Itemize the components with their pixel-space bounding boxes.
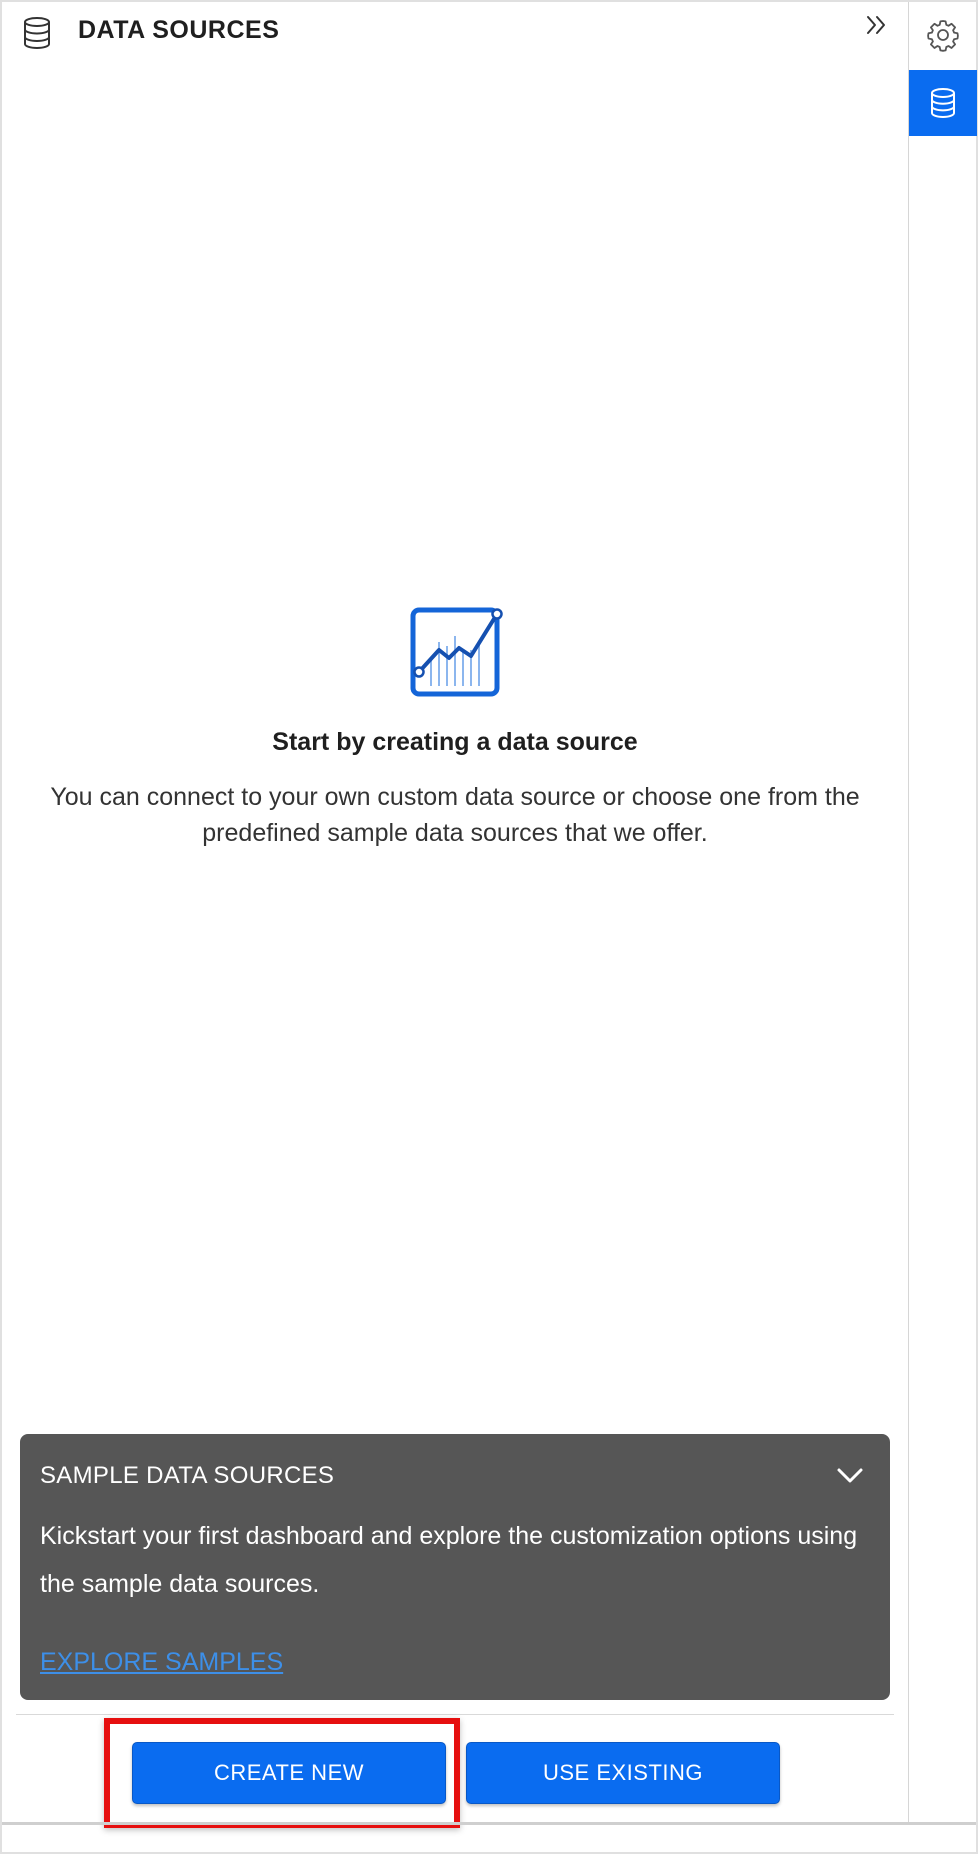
sample-card-description: Kickstart your first dashboard and explo… bbox=[40, 1522, 858, 1598]
rail-data-sources-button[interactable] bbox=[909, 70, 977, 136]
line-chart-icon bbox=[410, 607, 503, 697]
data-sources-panel: DATA SOURCES Start by creating a data so… bbox=[2, 2, 908, 1828]
panel-title: DATA SOURCES bbox=[78, 16, 280, 44]
sample-data-sources-card: SAMPLE DATA SOURCES Kickstart your first… bbox=[20, 1434, 890, 1700]
panel-header: DATA SOURCES bbox=[2, 2, 908, 58]
empty-state-description: You can connect to your own custom data … bbox=[50, 783, 860, 847]
bottom-rule bbox=[2, 1822, 976, 1825]
gear-icon bbox=[927, 20, 959, 52]
explore-samples-link[interactable]: EXPLORE SAMPLES bbox=[40, 1648, 283, 1677]
database-icon bbox=[24, 17, 50, 49]
sample-card-toggle[interactable] bbox=[832, 1458, 868, 1494]
chevron-down-icon bbox=[837, 1468, 863, 1483]
right-rail bbox=[908, 2, 977, 1822]
use-existing-button[interactable]: USE EXISTING bbox=[466, 1742, 780, 1804]
collapse-panel-button[interactable] bbox=[860, 8, 894, 42]
actions-divider bbox=[16, 1714, 894, 1715]
double-chevron-right-icon bbox=[867, 16, 885, 34]
rail-settings-button[interactable] bbox=[909, 2, 977, 68]
create-new-button[interactable]: CREATE NEW bbox=[132, 1742, 446, 1804]
empty-state: Start by creating a data source You can … bbox=[2, 602, 908, 851]
empty-state-title: Start by creating a data source bbox=[272, 728, 638, 756]
sample-card-title: SAMPLE DATA SOURCES bbox=[40, 1462, 335, 1489]
database-icon bbox=[931, 88, 955, 118]
